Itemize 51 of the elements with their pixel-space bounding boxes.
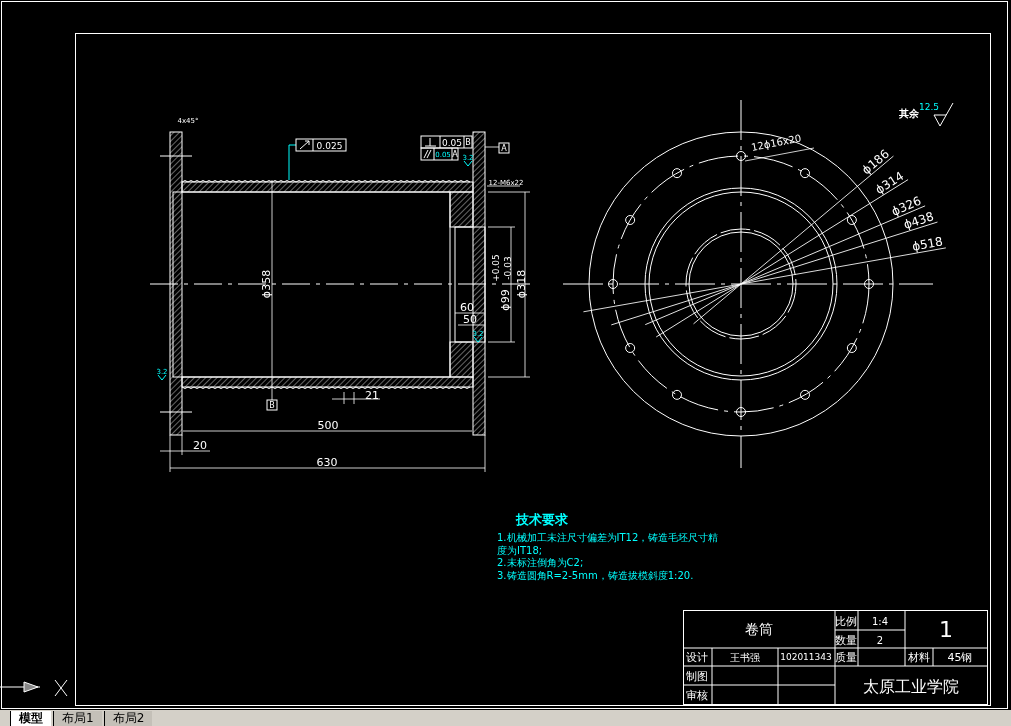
hole-label: 12ϕ16x20 (750, 132, 803, 153)
tolerance-value: 0.025 (316, 140, 343, 151)
tolerance-frame (295, 138, 347, 152)
requirement-line: 3.铸造圆角R=2-5mm，铸造拔模斜度1:20. (497, 569, 694, 581)
tolerance-frame (420, 147, 459, 161)
field-value: 102011343 (780, 652, 832, 662)
tolerance-value: 0.05 (442, 137, 462, 148)
dimension-label: ϕ99 (498, 289, 512, 311)
field-value: 王书强 (730, 651, 760, 663)
requirements-title: 技术要求 (516, 512, 568, 527)
requirement-line: 2.未标注倒角为C2; (497, 557, 584, 568)
sheet-number: 1 (939, 616, 953, 642)
tolerance-frame (420, 135, 473, 149)
field-label: 材料 (908, 650, 930, 664)
layout-tab[interactable]: 布局1 (53, 711, 102, 726)
dimension-label: 20 (193, 438, 207, 452)
datum-letter: A (452, 150, 458, 159)
datum-letter: B (269, 401, 275, 410)
roughness-icon (473, 336, 483, 343)
dimension-label: +0.05 (491, 254, 501, 282)
field-value: 45钢 (947, 650, 973, 664)
roughness-note: 其余 (899, 108, 919, 119)
datum-letter: A (501, 144, 507, 153)
field-value: 2 (876, 634, 884, 646)
leader-line (288, 144, 297, 181)
roughness-icon (157, 374, 167, 381)
field-label: 审核 (686, 688, 708, 702)
school-name: 太原工业学院 (863, 676, 959, 696)
field-label: 数量 (835, 633, 857, 647)
dimension-label: ϕ358 (259, 269, 273, 299)
field-label: 制图 (686, 669, 708, 683)
requirement-line: 1.机械加工未注尺寸偏差为IT12，铸造毛坯尺寸精 (497, 532, 719, 543)
field-label: 比例 (835, 614, 857, 628)
field-label: 设计 (686, 650, 708, 664)
dimension-label: -0.03 (503, 256, 513, 280)
layout-tab[interactable]: 模型 (10, 711, 51, 726)
requirement-line: 度为IT18; (497, 544, 543, 556)
roughness-value: 12.5 (919, 102, 940, 112)
dimension-label: 50 (463, 312, 477, 326)
layout-tab[interactable]: 布局2 (103, 711, 153, 726)
dimension-label: 500 (317, 418, 339, 432)
dimension-label: 630 (316, 455, 338, 469)
dimension-label: ϕ318 (514, 269, 528, 299)
field-label: 质量 (835, 650, 857, 664)
datum-letter: B (465, 138, 471, 147)
dimension-label: ϕ518 (911, 234, 944, 254)
field-value: 1:4 (871, 615, 889, 627)
roughness-icon (463, 160, 473, 167)
part-name: 卷筒 (745, 621, 773, 637)
dimension-label: 21 (365, 388, 379, 402)
dimension-label: 60 (460, 300, 474, 314)
